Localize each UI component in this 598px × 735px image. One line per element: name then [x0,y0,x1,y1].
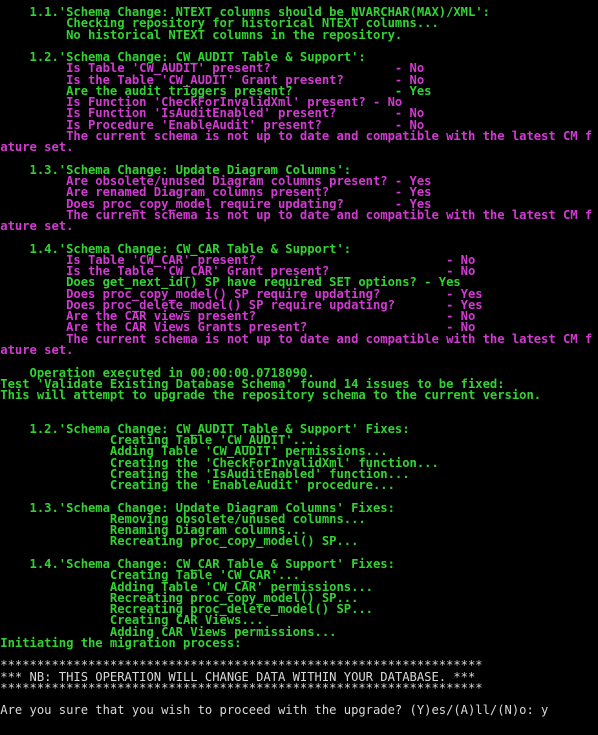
console-line: The current schema is not up to date and… [0,331,593,346]
console-line: No historical NTEXT columns in the repos… [0,27,403,42]
console-line: eature set. [0,140,74,155]
console-line: The current schema is not up to date and… [0,128,593,143]
console-line: Recreating proc_copy_model() SP... [0,534,359,549]
console-line: ****************************************… [0,680,483,695]
console-line: eature set. [0,342,74,357]
console-line: The current schema is not up to date and… [0,207,593,222]
console-line: Initiating the migration process: [0,635,242,650]
console-line: This will attempt to upgrade the reposit… [0,388,542,403]
console-line: Are you sure that you wish to proceed wi… [0,703,549,718]
console-line: eature set. [0,219,74,234]
console-output[interactable]: 1.1.'Schema Change: NTEXT columns should… [0,6,593,718]
console-line: Creating the 'EnableAudit' procedure... [0,478,395,493]
